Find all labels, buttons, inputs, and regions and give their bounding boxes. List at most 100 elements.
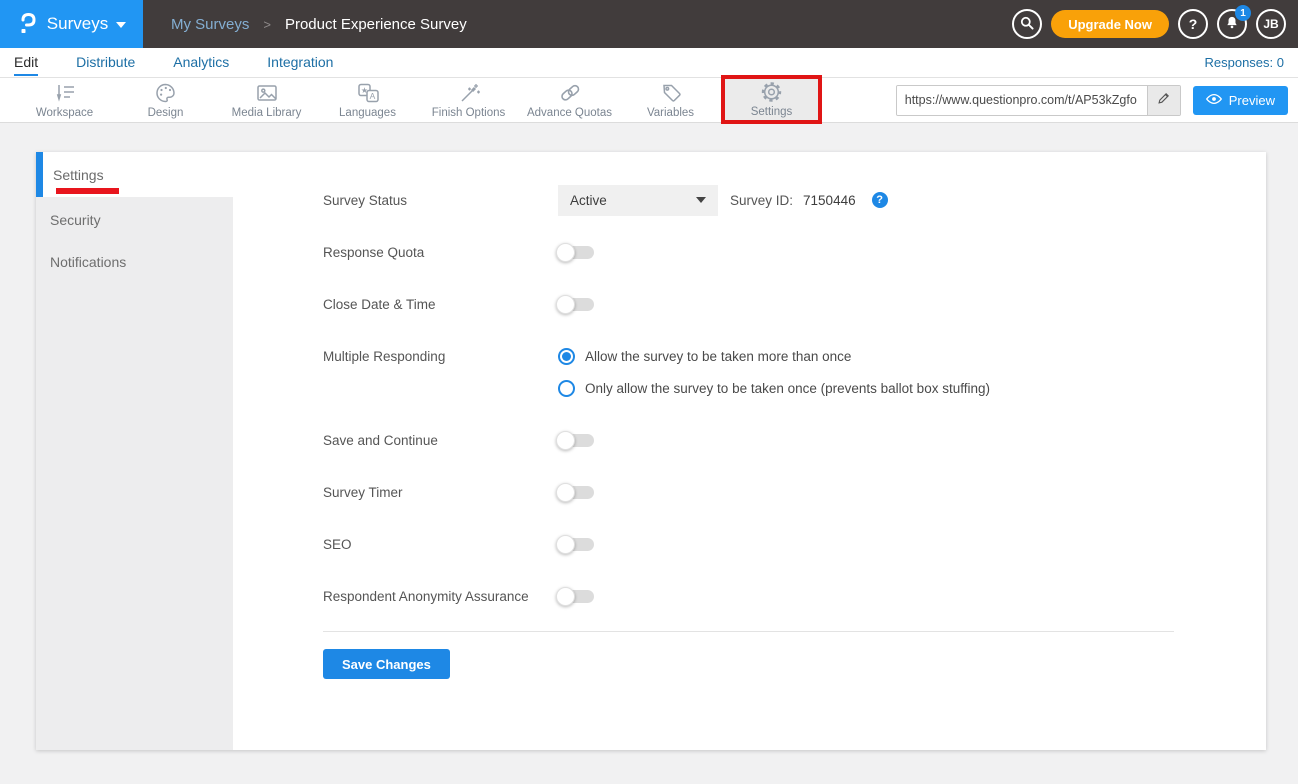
radio-option-label: Allow the survey to be taken more than o… bbox=[585, 349, 851, 364]
design-icon bbox=[153, 81, 178, 105]
radio-option-only-once[interactable]: Only allow the survey to be taken once (… bbox=[558, 372, 990, 404]
toolbar-label: Design bbox=[148, 107, 184, 119]
response-quota-toggle[interactable] bbox=[558, 246, 594, 259]
preview-label: Preview bbox=[1229, 93, 1275, 108]
avatar[interactable]: JB bbox=[1256, 9, 1286, 39]
toolbar-item-variables[interactable]: Variables bbox=[620, 78, 721, 123]
settings-sidebar: Settings Security Notifications bbox=[36, 152, 233, 750]
notifications-button[interactable]: 1 bbox=[1217, 9, 1247, 39]
toggle-knob bbox=[556, 535, 575, 554]
questionpro-logo-icon bbox=[17, 11, 39, 37]
breadcrumb-separator: > bbox=[263, 17, 271, 32]
upgrade-now-button[interactable]: Upgrade Now bbox=[1051, 10, 1169, 38]
eye-icon bbox=[1206, 93, 1222, 108]
close-date-toggle[interactable] bbox=[558, 298, 594, 311]
survey-timer-toggle[interactable] bbox=[558, 486, 594, 499]
toolbar-item-workspace[interactable]: Workspace bbox=[14, 78, 115, 123]
toolbar-item-settings[interactable]: Settings bbox=[721, 75, 822, 124]
multiple-responding-label: Multiple Responding bbox=[323, 340, 558, 404]
toolbar-item-media-library[interactable]: Media Library bbox=[216, 78, 317, 123]
save-and-continue-row: Save and Continue bbox=[323, 424, 1266, 456]
tab-distribute[interactable]: Distribute bbox=[76, 50, 135, 76]
tab-integration[interactable]: Integration bbox=[267, 50, 333, 76]
survey-id-value: 7150446 bbox=[803, 193, 856, 208]
seo-toggle[interactable] bbox=[558, 538, 594, 551]
survey-status-value: Active bbox=[570, 193, 607, 208]
survey-timer-label: Survey Timer bbox=[323, 485, 558, 500]
anonymity-label: Respondent Anonymity Assurance bbox=[323, 589, 558, 604]
toolbar-label: Settings bbox=[751, 106, 793, 118]
survey-url-field bbox=[896, 85, 1181, 116]
toolbar-label: Advance Quotas bbox=[527, 107, 612, 119]
sidebar-item-notifications[interactable]: Notifications bbox=[36, 241, 233, 283]
search-icon bbox=[1019, 15, 1035, 34]
edit-url-button[interactable] bbox=[1147, 86, 1180, 115]
preview-button[interactable]: Preview bbox=[1193, 86, 1288, 115]
toggle-knob bbox=[556, 295, 575, 314]
survey-id-help-icon[interactable]: ? bbox=[872, 192, 888, 208]
toggle-knob bbox=[556, 243, 575, 262]
radio-unselected-icon bbox=[558, 380, 575, 397]
toolbar-label: Variables bbox=[647, 107, 694, 119]
save-and-continue-toggle[interactable] bbox=[558, 434, 594, 447]
languages-icon: ★ A bbox=[355, 81, 381, 105]
radio-option-allow-multiple[interactable]: Allow the survey to be taken more than o… bbox=[558, 340, 990, 372]
media-library-icon bbox=[254, 81, 280, 105]
workspace-icon bbox=[52, 81, 78, 105]
settings-icon bbox=[759, 80, 784, 104]
tab-analytics[interactable]: Analytics bbox=[173, 50, 229, 76]
settings-card: Settings Security Notifications Survey S… bbox=[36, 152, 1266, 750]
toggle-knob bbox=[556, 431, 575, 450]
toolbar-item-design[interactable]: Design bbox=[115, 78, 216, 123]
seo-label: SEO bbox=[323, 537, 558, 552]
toolbar-item-advance-quotas[interactable]: Advance Quotas bbox=[519, 78, 620, 123]
app-switcher[interactable]: Surveys bbox=[0, 0, 143, 48]
active-item-underline bbox=[56, 188, 119, 194]
content-area: Settings Security Notifications Survey S… bbox=[0, 123, 1298, 784]
survey-status-select[interactable]: Active bbox=[558, 185, 718, 216]
breadcrumb: My Surveys > Product Experience Survey bbox=[171, 16, 467, 33]
survey-url-input[interactable] bbox=[897, 86, 1147, 115]
finish-options-icon bbox=[456, 81, 482, 105]
survey-title: Product Experience Survey bbox=[285, 16, 467, 33]
chevron-down-icon bbox=[696, 197, 706, 203]
multiple-responding-row: Multiple Responding Allow the survey to … bbox=[323, 340, 1266, 404]
notification-badge: 1 bbox=[1235, 5, 1251, 21]
svg-text:A: A bbox=[369, 91, 375, 101]
breadcrumb-my-surveys[interactable]: My Surveys bbox=[171, 16, 249, 33]
chevron-down-icon bbox=[116, 22, 126, 28]
search-button[interactable] bbox=[1012, 9, 1042, 39]
toolbar-label: Languages bbox=[339, 107, 396, 119]
survey-timer-row: Survey Timer bbox=[323, 476, 1266, 508]
response-quota-label: Response Quota bbox=[323, 245, 558, 260]
close-date-row: Close Date & Time bbox=[323, 288, 1266, 320]
topbar-actions: Upgrade Now ? 1 JB bbox=[1012, 9, 1298, 39]
toggle-knob bbox=[556, 587, 575, 606]
toolbar-item-finish-options[interactable]: Finish Options bbox=[418, 78, 519, 123]
settings-form: Survey Status Active Survey ID: 7150446 … bbox=[233, 152, 1266, 750]
sidebar-item-settings[interactable]: Settings bbox=[36, 152, 233, 197]
response-quota-row: Response Quota bbox=[323, 236, 1266, 268]
help-button[interactable]: ? bbox=[1178, 9, 1208, 39]
advance-quotas-icon bbox=[557, 81, 583, 105]
sidebar-item-security[interactable]: Security bbox=[36, 199, 233, 241]
product-name: Surveys bbox=[47, 14, 108, 34]
close-date-label: Close Date & Time bbox=[323, 297, 558, 312]
sidebar-item-label: Settings bbox=[53, 167, 104, 183]
survey-id-label: Survey ID: bbox=[730, 193, 793, 208]
pencil-icon bbox=[1157, 91, 1171, 110]
section-nav: Edit Distribute Analytics Integration Re… bbox=[0, 48, 1298, 78]
radio-selected-icon bbox=[558, 348, 575, 365]
survey-status-row: Survey Status Active Survey ID: 7150446 … bbox=[323, 184, 1266, 216]
save-and-continue-label: Save and Continue bbox=[323, 433, 558, 448]
help-icon: ? bbox=[1189, 16, 1198, 32]
variables-icon bbox=[658, 81, 684, 105]
toolbar-label: Workspace bbox=[36, 107, 93, 119]
save-changes-button[interactable]: Save Changes bbox=[323, 649, 450, 679]
tab-edit[interactable]: Edit bbox=[14, 50, 38, 76]
toolbar-label: Media Library bbox=[232, 107, 302, 119]
anonymity-toggle[interactable] bbox=[558, 590, 594, 603]
seo-row: SEO bbox=[323, 528, 1266, 560]
responses-count[interactable]: Responses: 0 bbox=[1205, 55, 1285, 70]
toolbar-item-languages[interactable]: ★ A Languages bbox=[317, 78, 418, 123]
